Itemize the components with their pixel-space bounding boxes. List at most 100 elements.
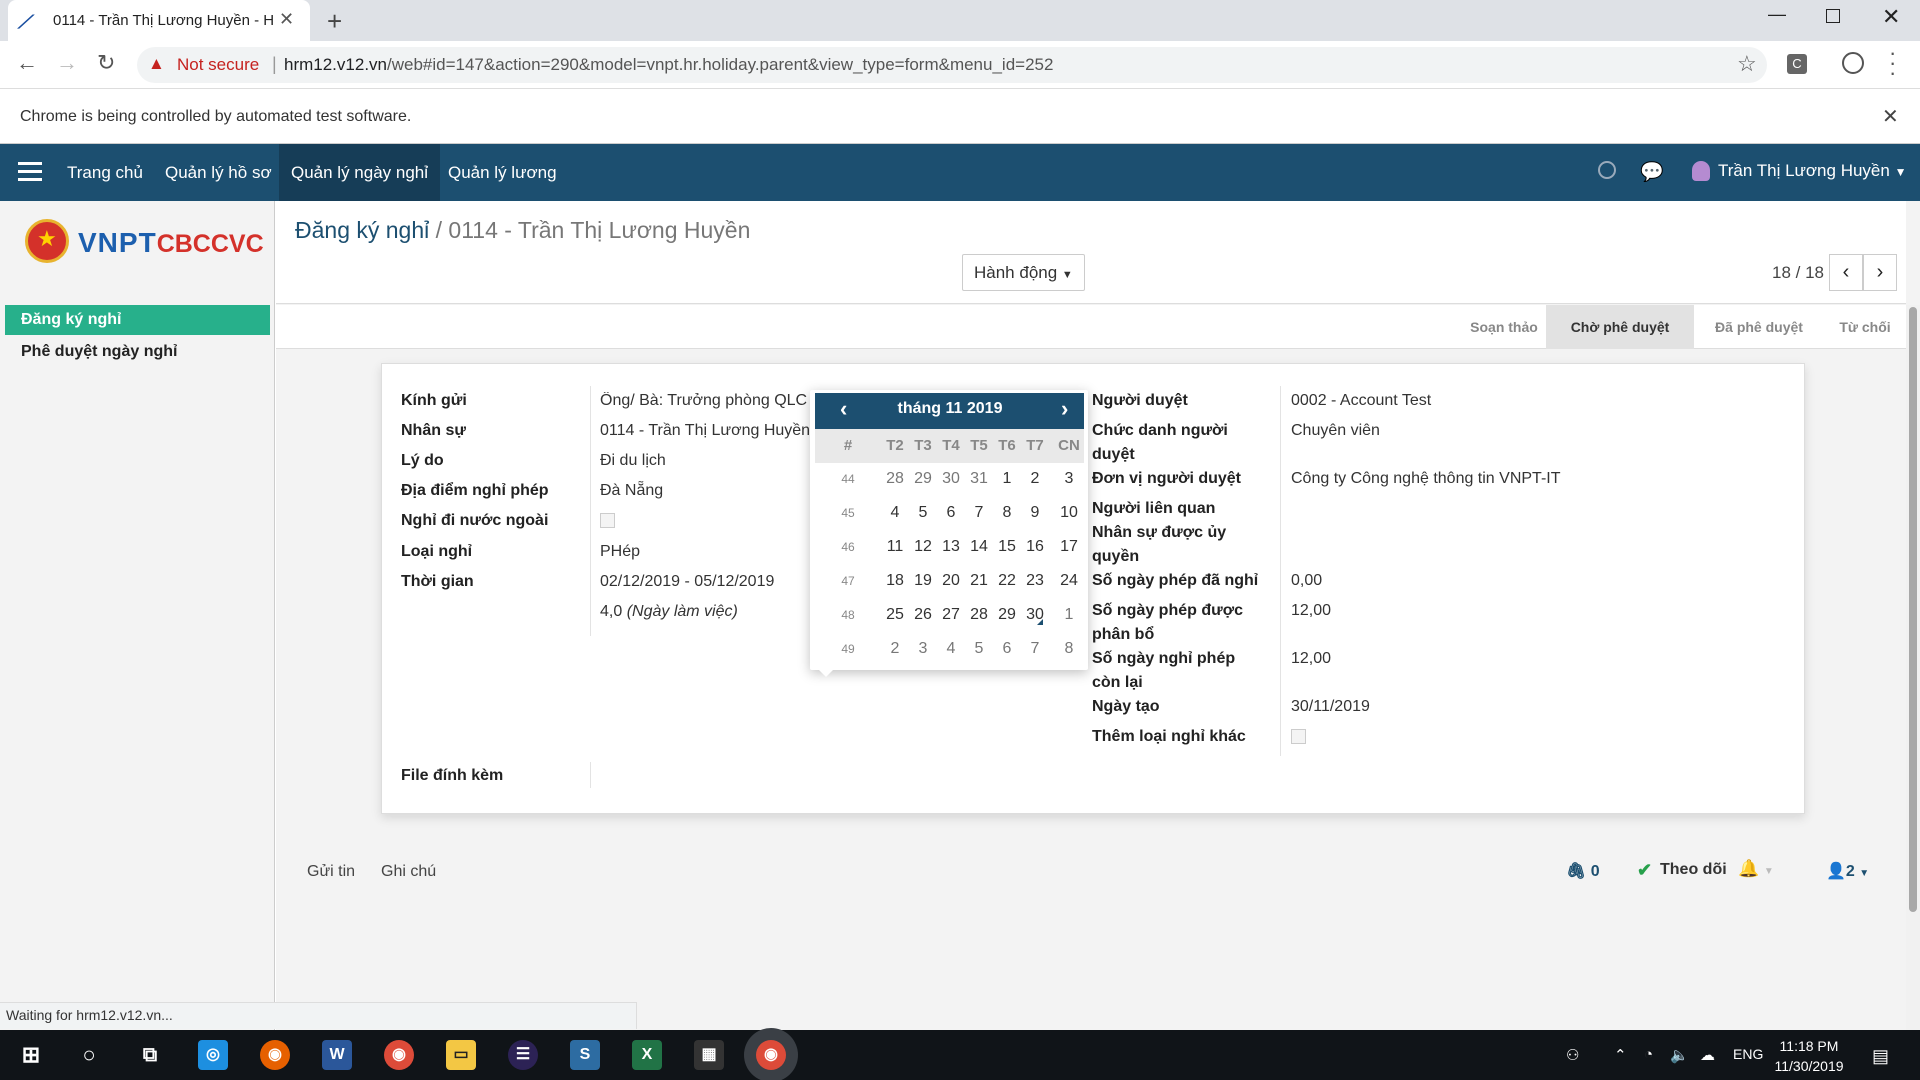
calendar-day[interactable]: 13 [937, 538, 965, 556]
stage-draft[interactable]: Soạn thảo [1455, 305, 1553, 349]
calendar-day[interactable]: 22 [993, 572, 1021, 590]
notifications-icon[interactable]: ▤ [1872, 1046, 1889, 1067]
show-hidden-icons[interactable]: ⌃ [1614, 1046, 1627, 1064]
activity-clock-icon[interactable] [1598, 161, 1616, 179]
profile-icon[interactable] [1842, 52, 1864, 74]
language-indicator[interactable]: ENG [1733, 1046, 1763, 1062]
pager-next-button[interactable]: › [1863, 254, 1897, 291]
back-arrow-icon[interactable]: ← [16, 50, 38, 76]
video-editor-icon[interactable]: ▦ [694, 1040, 724, 1070]
menu-profile-management[interactable]: Quản lý hồ sơ [153, 144, 284, 201]
calendar-day[interactable]: 7 [1021, 640, 1049, 658]
menu-home[interactable]: Trang chủ [55, 144, 155, 201]
calendar-day[interactable]: 1 [1055, 606, 1083, 624]
volume-icon[interactable]: 🔈 [1670, 1046, 1689, 1064]
sidebar-item-leave-approval[interactable]: Phê duyệt ngày nghỉ [21, 343, 177, 361]
calendar-day[interactable]: 29 [909, 470, 937, 488]
reason-field[interactable]: Đi du lịch [600, 452, 666, 470]
apps-menu-icon[interactable] [18, 162, 42, 186]
user-avatar[interactable] [1692, 161, 1710, 181]
calendar-day[interactable]: 5 [909, 504, 937, 522]
search-icon[interactable]: ○ [74, 1040, 104, 1070]
attachments-button[interactable]: 🖇 0 [1566, 861, 1600, 881]
chrome-active-icon[interactable]: ◉ [756, 1040, 786, 1070]
datepicker-prev-month-icon[interactable]: ‹ [840, 396, 847, 422]
user-menu[interactable]: Trần Thị Lương Huyền ▼ [1718, 161, 1906, 181]
window-maximize-icon[interactable] [1826, 9, 1840, 23]
approver-field[interactable]: 0002 - Account Test [1291, 392, 1431, 410]
calendar-day[interactable]: 30 [1021, 606, 1049, 624]
url-text[interactable]: hrm12.v12.vn/web#id=147&action=290&model… [284, 55, 1053, 75]
onedrive-icon[interactable]: ☁ [1700, 1046, 1715, 1064]
calendar-day[interactable]: 19 [909, 572, 937, 590]
task-view-icon[interactable]: ⧉ [135, 1040, 165, 1070]
other-leave-type-checkbox[interactable] [1291, 729, 1306, 744]
new-tab-icon[interactable]: + [327, 6, 342, 37]
pager-value[interactable]: 18 / 18 [1772, 263, 1824, 283]
calendar-day[interactable]: 6 [937, 504, 965, 522]
chrome-icon[interactable]: ◉ [384, 1040, 414, 1070]
calendar-day[interactable]: 25 [881, 606, 909, 624]
datepicker-month-title[interactable]: tháng 11 2019 [850, 400, 1050, 418]
leave-type-field[interactable]: PHép [600, 543, 640, 561]
windows-start-icon[interactable]: ⊞ [16, 1040, 46, 1070]
infobar-close-icon[interactable]: ✕ [1882, 104, 1899, 129]
eclipse-icon[interactable]: ☰ [508, 1040, 538, 1070]
stage-waiting-approval[interactable]: Chờ phê duyệt [1546, 305, 1694, 349]
calendar-day[interactable]: 2 [1021, 470, 1049, 488]
calendar-day[interactable]: 29 [993, 606, 1021, 624]
calendar-day[interactable]: 16 [1021, 538, 1049, 556]
messages-icon[interactable]: 💬 [1640, 160, 1664, 184]
followers-button[interactable]: 👤2 ▼ [1826, 861, 1869, 881]
system-clock[interactable]: 11:18 PM 11/30/2019 [1764, 1036, 1854, 1076]
action-dropdown-button[interactable]: Hành động ▼ [962, 254, 1085, 291]
word-icon[interactable]: W [322, 1040, 352, 1070]
calendar-day[interactable]: 6 [993, 640, 1021, 658]
stage-rejected[interactable]: Từ chối [1824, 305, 1906, 349]
calendar-day[interactable]: 8 [993, 504, 1021, 522]
s-app-icon[interactable]: S [570, 1040, 600, 1070]
calendar-day[interactable]: 18 [881, 572, 909, 590]
calendar-day[interactable]: 23 [1021, 572, 1049, 590]
calendar-day[interactable]: 10 [1055, 504, 1083, 522]
calendar-day[interactable]: 4 [937, 640, 965, 658]
pager-previous-button[interactable]: ‹ [1829, 254, 1863, 291]
calendar-day[interactable]: 2 [881, 640, 909, 658]
calendar-day[interactable]: 1 [993, 470, 1021, 488]
approver-unit-field[interactable]: Công ty Công nghệ thông tin VNPT-IT [1291, 470, 1560, 488]
people-icon[interactable]: ⚇ [1566, 1046, 1579, 1064]
follow-button[interactable]: Theo dõi [1660, 861, 1727, 879]
sidebar-item-leave-request[interactable]: Đăng ký nghỉ [21, 311, 121, 329]
calendar-day[interactable]: 8 [1055, 640, 1083, 658]
firefox-icon[interactable]: ◉ [260, 1040, 290, 1070]
bookmark-star-icon[interactable]: ☆ [1737, 51, 1757, 77]
menu-leave-management[interactable]: Quản lý ngày nghỉ [279, 144, 441, 201]
calendar-day[interactable]: 21 [965, 572, 993, 590]
menu-salary-management[interactable]: Quản lý lương [436, 144, 569, 201]
datepicker-next-month-icon[interactable]: › [1061, 396, 1068, 422]
calendar-day[interactable]: 3 [909, 640, 937, 658]
file-explorer-icon[interactable]: ▭ [446, 1040, 476, 1070]
breadcrumb-parent-link[interactable]: Đăng ký nghỉ [295, 217, 429, 243]
window-close-icon[interactable]: ✕ [1882, 4, 1900, 30]
recipient-field[interactable]: Ông/ Bà: Trưởng phòng QLC [600, 392, 810, 410]
not-secure-label[interactable]: Not secure [177, 55, 259, 75]
excel-icon[interactable]: X [632, 1040, 662, 1070]
reload-icon[interactable]: ↻ [97, 50, 115, 76]
calendar-day[interactable]: 15 [993, 538, 1021, 556]
calendar-day[interactable]: 31 [965, 470, 993, 488]
browser-menu-icon[interactable]: · · · [1889, 42, 1896, 84]
location-field[interactable]: Đà Nẵng [600, 482, 663, 500]
calendar-day[interactable]: 9 [1021, 504, 1049, 522]
approver-title-field[interactable]: Chuyên viên [1291, 422, 1380, 440]
instagram-app-icon[interactable]: ◎ [198, 1040, 228, 1070]
employee-field[interactable]: 0114 - Trần Thị Lương Huyền [600, 422, 810, 440]
period-field[interactable]: 02/12/2019 - 05/12/2019 [600, 573, 774, 591]
tab-close-icon[interactable]: ✕ [279, 9, 294, 30]
window-minimize-icon[interactable]: — [1768, 4, 1786, 25]
calendar-day[interactable]: 4 [881, 504, 909, 522]
calendar-day[interactable]: 28 [881, 470, 909, 488]
calendar-day[interactable]: 14 [965, 538, 993, 556]
extension-icon[interactable]: C [1787, 54, 1807, 74]
stage-approved[interactable]: Đã phê duyệt [1694, 305, 1824, 349]
